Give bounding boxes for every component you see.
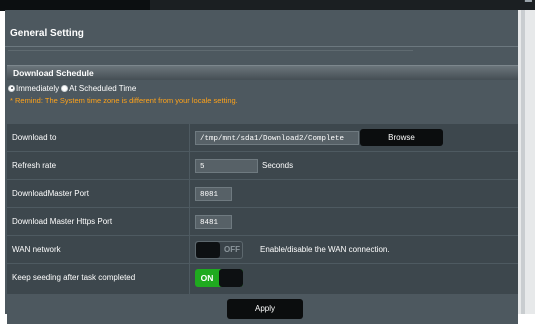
row-separator	[189, 152, 190, 180]
wan-toggle[interactable]: OFF	[195, 241, 243, 259]
row-separator	[189, 124, 190, 152]
row-separator	[189, 208, 190, 236]
refresh-rate-unit: Seconds	[262, 161, 294, 170]
row-wan: WAN network OFF Enable/disable the WAN c…	[7, 236, 518, 264]
timezone-remind: * Remind: The System time zone is differ…	[10, 96, 238, 105]
row-https-port: Download Master Https Port 8481	[7, 208, 518, 236]
row-seeding: Keep seeding after task completed ON	[7, 264, 518, 294]
wan-toggle-state: OFF	[224, 245, 240, 254]
section-header: Download Schedule	[7, 65, 518, 80]
row-separator	[189, 264, 190, 294]
apply-button[interactable]: Apply	[227, 299, 303, 319]
toggle-knob	[196, 242, 220, 258]
refresh-rate-label: Refresh rate	[12, 161, 57, 170]
dm-port-input[interactable]: 8081	[195, 187, 232, 201]
title-subdivider	[8, 50, 413, 51]
schedule-options: Immediately At Scheduled Time	[8, 82, 138, 94]
row-separator	[189, 236, 190, 264]
row-refresh-rate: Refresh rate 5 Seconds	[7, 152, 518, 180]
browse-button[interactable]: Browse	[360, 129, 443, 146]
download-to-input[interactable]: /tmp/mnt/sda1/Download2/Complete	[195, 131, 359, 145]
toggle-knob	[219, 269, 243, 287]
seeding-label: Keep seeding after task completed	[12, 273, 136, 282]
scrollbar-track[interactable]	[518, 10, 535, 314]
seeding-toggle-state: ON	[200, 273, 214, 283]
wan-label: WAN network	[12, 245, 61, 254]
settings-table: Download to /tmp/mnt/sda1/Download2/Comp…	[7, 124, 518, 294]
dm-port-label: DownloadMaster Port	[12, 189, 89, 198]
download-to-label: Download to	[12, 133, 57, 142]
row-download-to: Download to /tmp/mnt/sda1/Download2/Comp…	[7, 124, 518, 152]
settings-panel: General Setting Download Schedule Immedi…	[5, 10, 518, 324]
wan-description: Enable/disable the WAN connection.	[260, 245, 390, 254]
radio-scheduled-label[interactable]: At Scheduled Time	[69, 84, 136, 93]
row-separator	[189, 180, 190, 208]
seeding-toggle[interactable]: ON	[195, 269, 243, 287]
https-port-input[interactable]: 8481	[195, 215, 232, 229]
radio-immediately-label[interactable]: Immediately	[16, 84, 59, 93]
corner-glyph-icon: ▀	[524, 0, 532, 8]
page-title: General Setting	[10, 28, 84, 39]
radio-immediately[interactable]	[8, 84, 15, 92]
row-dm-port: DownloadMaster Port 8081	[7, 180, 518, 208]
scrollbar-thumb[interactable]	[521, 10, 525, 314]
https-port-label: Download Master Https Port	[12, 217, 113, 226]
title-divider	[5, 46, 518, 47]
refresh-rate-input[interactable]: 5	[195, 159, 258, 173]
footer: Apply	[7, 294, 518, 324]
section-title: Download Schedule	[13, 68, 94, 78]
radio-scheduled[interactable]	[61, 84, 69, 92]
